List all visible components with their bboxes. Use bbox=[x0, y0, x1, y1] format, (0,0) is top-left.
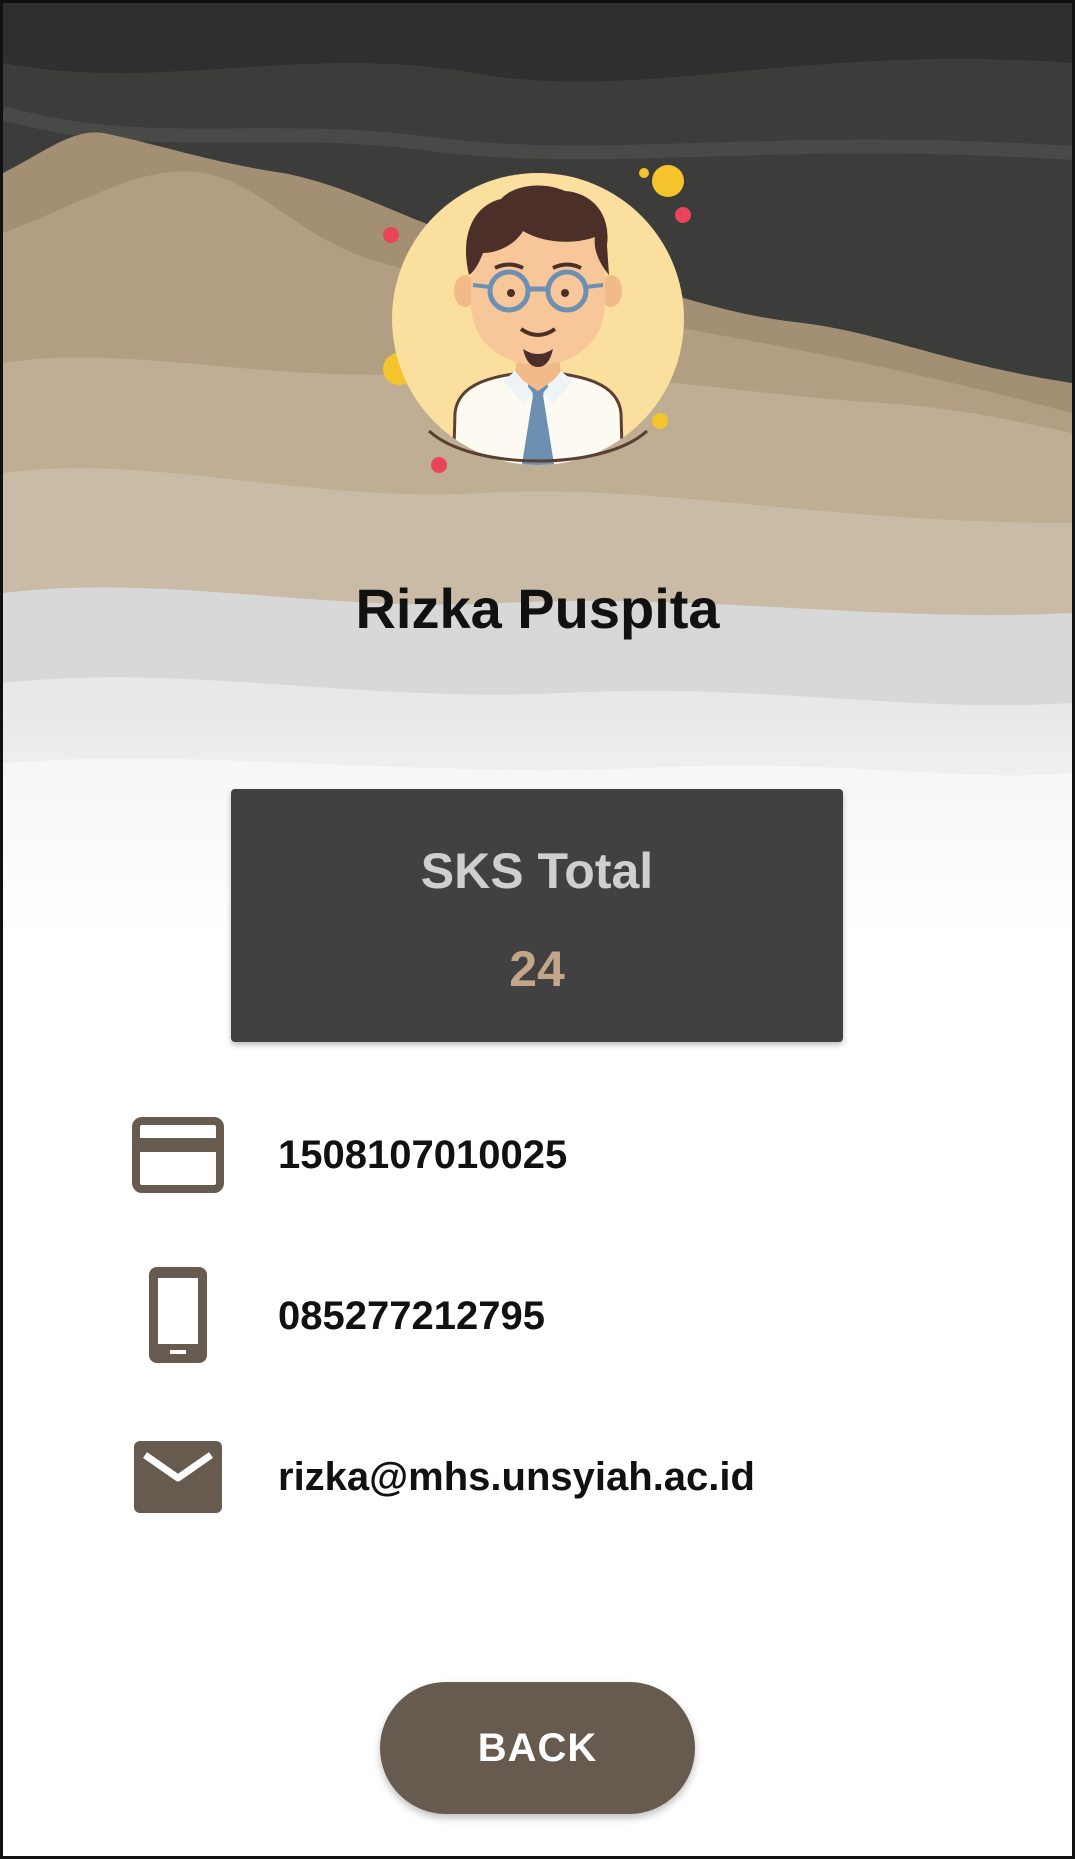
avatar bbox=[383, 165, 691, 473]
student-id-row: 1508107010025 bbox=[123, 1100, 983, 1210]
student-id-text: 1508107010025 bbox=[278, 1133, 568, 1177]
phone-text: 085277212795 bbox=[278, 1294, 545, 1338]
envelope-icon bbox=[134, 1441, 222, 1513]
phone-row: 085277212795 bbox=[123, 1261, 983, 1371]
email-row: rizka@mhs.unsyiah.ac.id bbox=[123, 1422, 983, 1532]
sks-total-value: 24 bbox=[509, 941, 565, 997]
credit-card-icon bbox=[132, 1117, 224, 1193]
sks-total-label: SKS Total bbox=[420, 843, 654, 899]
smartphone-icon bbox=[149, 1267, 207, 1363]
profile-screen: Rizka Puspita SKS Total 24 1508107010025… bbox=[0, 0, 1075, 1859]
back-button[interactable]: BACK bbox=[380, 1682, 695, 1814]
email-text: rizka@mhs.unsyiah.ac.id bbox=[278, 1455, 755, 1499]
sks-total-card: SKS Total 24 bbox=[231, 789, 843, 1042]
profile-name: Rizka Puspita bbox=[355, 577, 720, 640]
